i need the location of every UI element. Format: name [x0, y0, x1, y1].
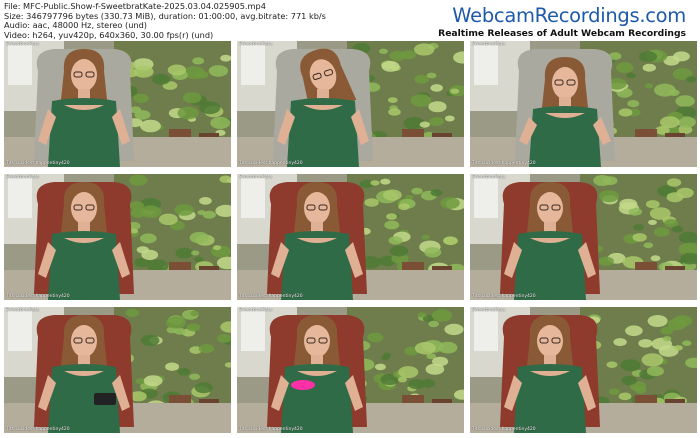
frame-image	[4, 174, 231, 300]
overlay-username: SweetbratKate	[239, 308, 273, 313]
frame-image	[4, 307, 231, 433]
overlay-goal-text: Tits Lucidest happentiny420	[239, 294, 303, 299]
video-frame-thumbnail: SweetbratKate Tits Lucidest happentiny42…	[237, 307, 464, 433]
overlay-goal-text: Tits Lucidest happentiny420	[6, 161, 70, 166]
overlay-goal-text: Tits Lucidest happentiny420	[239, 161, 303, 166]
overlay-goal-text: Tits Lucidest happentiny420	[6, 294, 70, 299]
overlay-username: SweetbratKate	[472, 175, 506, 180]
overlay-username: SweetbratKate	[6, 175, 40, 180]
video-frame-thumbnail: SweetbratKate Tits Lucidest happentiny42…	[4, 307, 231, 433]
site-tagline: Realtime Releases of Adult Webcam Record…	[438, 28, 686, 39]
video-frame-thumbnail: SweetbratKate Tits Lucidest happentiny42…	[237, 174, 464, 300]
site-name: WebcamRecordings.com	[452, 4, 686, 27]
video-frame-thumbnail: SweetbratKate Tits Lucidest happentiny42…	[4, 174, 231, 300]
overlay-username: SweetbratKate	[6, 308, 40, 313]
frame-image	[4, 41, 231, 167]
overlay-username: SweetbratKate	[472, 308, 506, 313]
overlay-username: SweetbratKate	[6, 42, 40, 47]
frame-image	[237, 307, 464, 433]
frame-image	[470, 174, 697, 300]
overlay-username: SweetbratKate	[239, 42, 273, 47]
overlay-goal-text: Tits Lucidest happentiny420	[472, 161, 536, 166]
video-frame-thumbnail: SweetbratKate Tits Lucidest happentiny42…	[470, 307, 697, 433]
overlay-username: SweetbratKate	[472, 42, 506, 47]
overlay-goal-text: Tits Lucidest happentiny420	[472, 294, 536, 299]
frame-image	[470, 307, 697, 433]
video-frame-thumbnail: SweetbratKate Tits Lucidest happentiny42…	[470, 41, 697, 167]
frame-image	[237, 41, 464, 167]
file-info: File: MFC-Public.Show-f-SweetbratKate-20…	[4, 1, 444, 40]
thumbnail-grid: SweetbratKate Tits Lucidest happentiny42…	[4, 41, 698, 434]
overlay-goal-text: Tits Lucidest happentiny420	[239, 427, 303, 432]
overlay-username: SweetbratKate	[239, 175, 273, 180]
frame-image	[237, 174, 464, 300]
site-logo: WebcamRecordings.com Realtime Releases o…	[436, 4, 686, 39]
overlay-goal-text: Tits Lucidest happentiny420	[472, 427, 536, 432]
overlay-goal-text: Tits Lucidest happentiny420	[6, 427, 70, 432]
video-frame-thumbnail: SweetbratKate Tits Lucidest happentiny42…	[470, 174, 697, 300]
video-frame-thumbnail: SweetbratKate Tits Lucidest happentiny42…	[237, 41, 464, 167]
frame-image	[470, 41, 697, 167]
video-info: Video: h264, yuv420p, 640x360, 30.00 fps…	[4, 29, 214, 40]
video-frame-thumbnail: SweetbratKate Tits Lucidest happentiny42…	[4, 41, 231, 167]
